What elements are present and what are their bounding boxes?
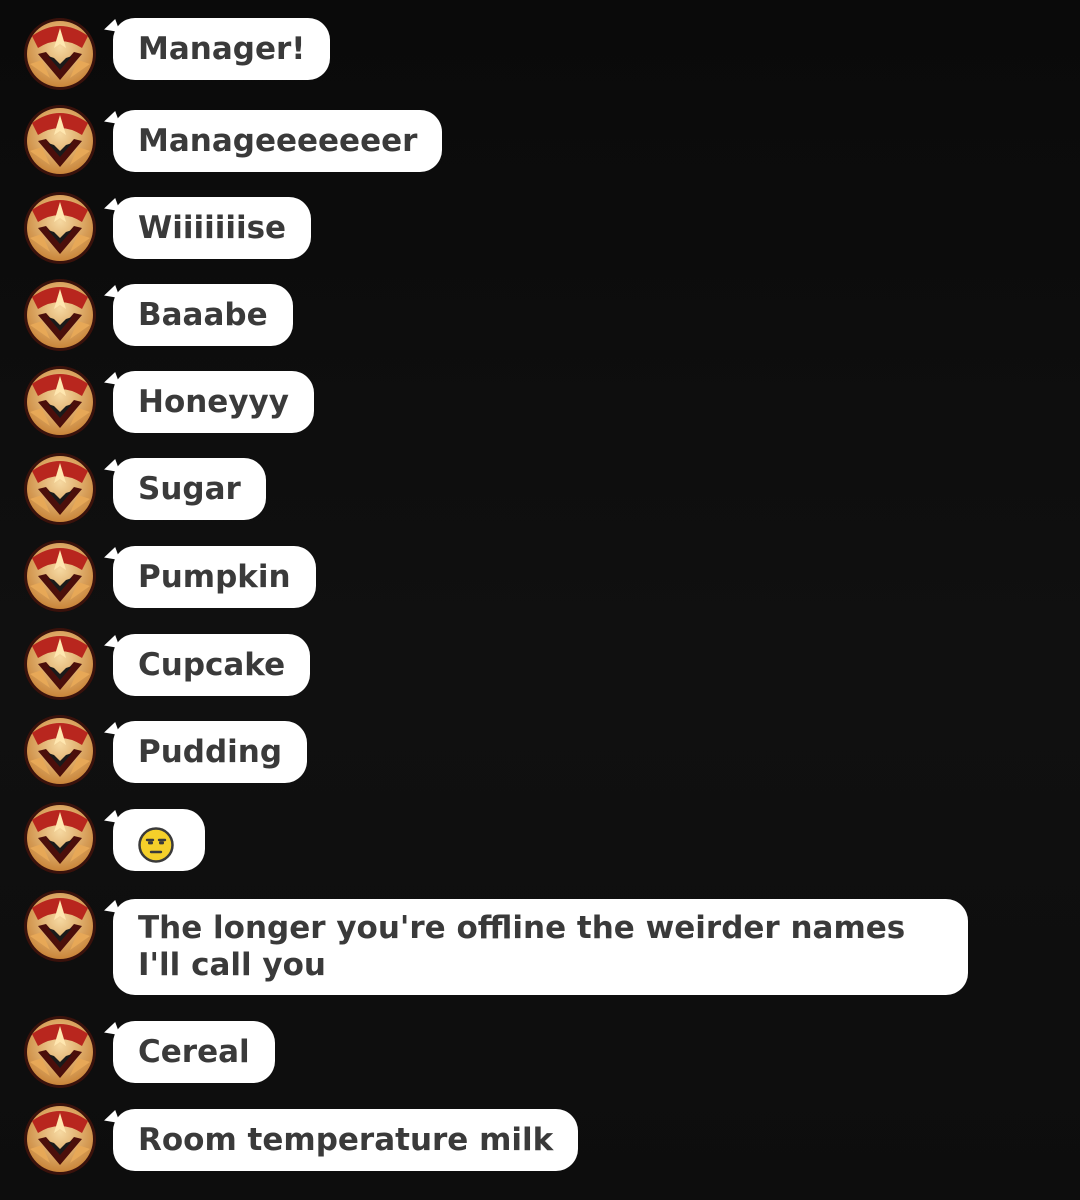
message-bubble[interactable]: The longer you're offline the weirder na… xyxy=(113,899,968,995)
message-bubble[interactable]: Room temperature milk xyxy=(113,1109,579,1171)
message-bubble[interactable]: Honeyyy xyxy=(113,371,314,433)
message-bubble[interactable]: Pumpkin xyxy=(113,546,316,608)
message-text: Pumpkin xyxy=(138,559,291,595)
message-text: Pudding xyxy=(138,734,283,770)
message-text: Manager! xyxy=(138,31,306,67)
avatar[interactable] xyxy=(24,366,96,438)
message-text: Sugar xyxy=(138,471,241,507)
avatar[interactable] xyxy=(24,105,96,177)
message-bubble[interactable]: Baaabe xyxy=(113,284,293,346)
message-bubble[interactable]: Cupcake xyxy=(113,634,311,696)
message-bubble[interactable]: Manager! xyxy=(113,18,331,80)
message-bubble[interactable]: Pudding xyxy=(113,721,308,783)
message-text: Cupcake xyxy=(138,647,286,683)
message-bubble[interactable]: Sugar xyxy=(113,458,266,520)
avatar[interactable] xyxy=(24,540,96,612)
avatar[interactable] xyxy=(24,453,96,525)
message-text: Honeyyy xyxy=(138,384,289,420)
avatar[interactable] xyxy=(24,18,96,90)
message-bubble[interactable]: Wiiiiiiise xyxy=(113,197,312,259)
chat-thread: Manager! Manageeeeeeer Wiiiiiiise Baaabe… xyxy=(0,0,1080,1200)
avatar[interactable] xyxy=(24,628,96,700)
avatar[interactable] xyxy=(24,1103,96,1175)
avatar[interactable] xyxy=(24,279,96,351)
message-text: Manageeeeeeer xyxy=(138,123,418,159)
message-text: Wiiiiiiise xyxy=(138,210,287,246)
message-text: Cereal xyxy=(138,1034,250,1070)
avatar[interactable] xyxy=(24,715,96,787)
avatar[interactable] xyxy=(24,1016,96,1088)
unamused-face-icon xyxy=(138,822,174,863)
avatar[interactable] xyxy=(24,802,96,874)
message-text: Baaabe xyxy=(138,297,268,333)
message-bubble[interactable]: Cereal xyxy=(113,1021,275,1083)
avatar[interactable] xyxy=(24,890,96,962)
avatar[interactable] xyxy=(24,192,96,264)
message-text: The longer you're offline the weirder na… xyxy=(138,910,906,983)
message-bubble[interactable]: Manageeeeeeer xyxy=(113,110,443,172)
message-text: Room temperature milk xyxy=(138,1122,554,1158)
message-bubble[interactable] xyxy=(113,809,205,871)
